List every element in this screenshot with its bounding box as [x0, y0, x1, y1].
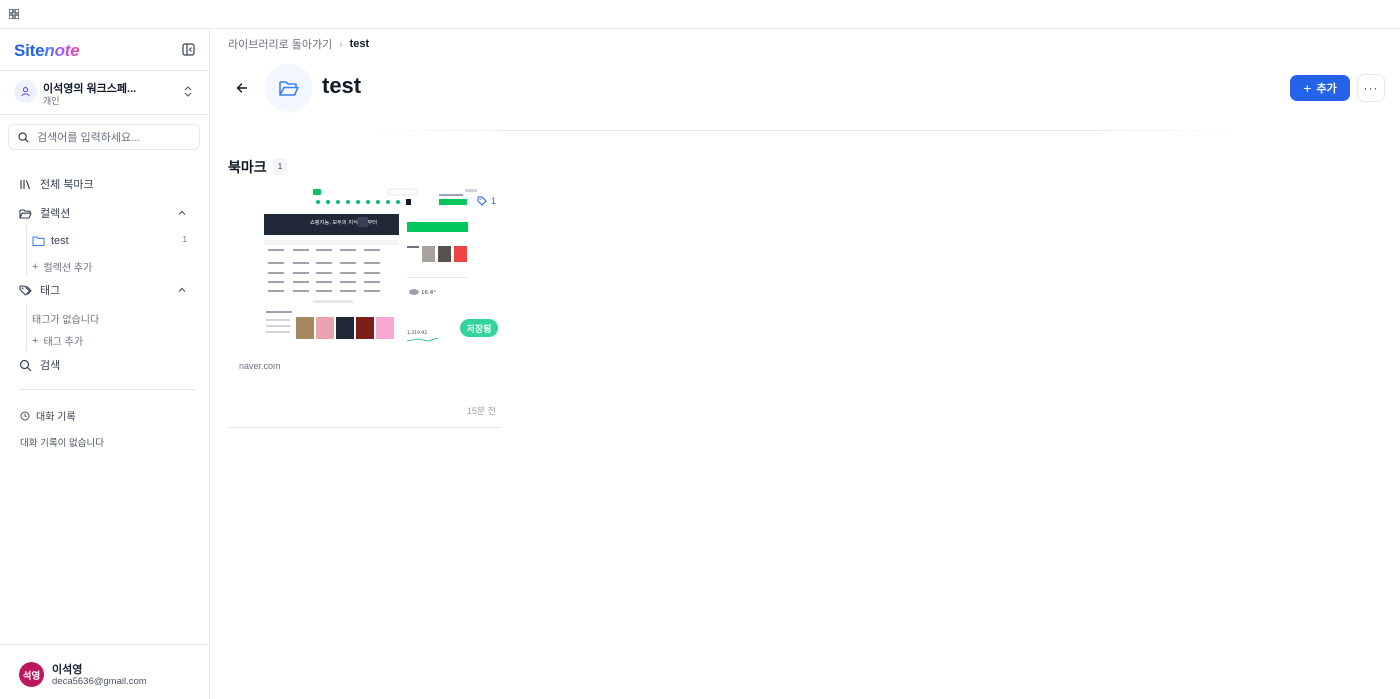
- library-icon: [20, 179, 31, 189]
- no-tags-text: 태그가 없습니다: [32, 311, 99, 326]
- section-title: 북마크: [228, 159, 267, 175]
- workspace-type: 개인: [43, 96, 60, 106]
- header-divider: [360, 130, 1245, 131]
- collection-item-test[interactable]: test 1: [32, 233, 190, 249]
- collection-count: 1: [182, 235, 187, 244]
- user-profile[interactable]: 석영 이석영 deca5636@gmail.com: [0, 644, 209, 699]
- add-button-label: 추가: [1316, 83, 1337, 95]
- folder-open-icon: [278, 80, 299, 96]
- chevron-up-icon[interactable]: [177, 208, 187, 218]
- thumb-weather-text: 16.4°: [421, 290, 436, 296]
- chevron-up-down-icon: [184, 86, 192, 97]
- app-logo[interactable]: Sitenote: [14, 41, 80, 61]
- sidebar-item-label: 전체 북마크: [40, 179, 94, 191]
- sidebar-collapse-icon[interactable]: [182, 43, 195, 56]
- collection-folder-badge: [265, 64, 312, 111]
- search-icon: [19, 359, 32, 371]
- divider: [19, 389, 196, 390]
- sidebar-item-all-bookmarks[interactable]: 전체 북마크: [19, 175, 191, 193]
- folder-icon: [32, 236, 45, 247]
- breadcrumb-back-link[interactable]: 라이브러리로 돌아가기: [228, 36, 332, 52]
- top-bar: [0, 0, 1400, 29]
- breadcrumb-current: test: [349, 38, 370, 50]
- tags-icon: [19, 284, 32, 296]
- avatar: 석영: [19, 662, 44, 687]
- logo-note-text: note: [44, 41, 80, 60]
- add-collection-label: 컬렉션 추가: [43, 263, 93, 274]
- tree-line: [26, 225, 27, 275]
- apps-grid-icon[interactable]: [9, 9, 19, 19]
- sidebar: Sitenote 이석영의 워크스페... 개인 검색어를 입력하세요... 전…: [0, 29, 210, 699]
- back-arrow-icon[interactable]: [234, 80, 250, 96]
- breadcrumb: 라이브러리로 돌아가기 › test: [228, 36, 369, 52]
- folder-open-icon: [19, 208, 32, 219]
- chevron-right-icon: ›: [339, 38, 343, 50]
- bookmark-tag-count[interactable]: 1: [477, 196, 496, 206]
- sidebar-item-label: 컬렉션: [40, 208, 71, 220]
- tree-line: [26, 303, 27, 351]
- sidebar-item-label: 검색: [40, 360, 61, 372]
- plus-icon: +: [32, 260, 39, 273]
- divider: [0, 70, 209, 71]
- search-input[interactable]: [37, 129, 192, 146]
- sidebar-item-tags[interactable]: 태그: [19, 281, 191, 299]
- sidebar-search: [8, 124, 200, 150]
- add-button[interactable]: + 추가: [1290, 75, 1350, 101]
- naver-screenshot-thumbnail: 쇼핑지능, 모두의 지식으로부터 16.4° 1,319.93: [264, 188, 477, 342]
- plus-icon: +: [32, 334, 39, 347]
- user-email: deca5636@gmail.com: [52, 676, 147, 687]
- divider: [0, 114, 209, 115]
- more-options-button[interactable]: ···: [1357, 74, 1385, 102]
- user-name: 이석영: [52, 664, 83, 676]
- add-tag-button[interactable]: + 태그 추가: [32, 333, 84, 349]
- history-empty-text: 대화 기록이 없습니다: [20, 438, 104, 449]
- workspace-switcher[interactable]: 이석영의 워크스페... 개인: [14, 79, 196, 106]
- thumb-stock-text: 1,319.93: [407, 330, 427, 336]
- clock-icon: [20, 411, 30, 420]
- section-count-badge: 1: [273, 158, 287, 174]
- no-tags-label: 태그가 없습니다: [32, 315, 100, 326]
- search-icon: [18, 132, 29, 143]
- history-title: 대화 기록: [36, 412, 76, 423]
- sidebar-item-search[interactable]: 검색: [19, 356, 191, 374]
- chevron-up-icon[interactable]: [177, 285, 187, 295]
- sidebar-item-label: 태그: [40, 285, 61, 297]
- collection-label: test: [51, 235, 69, 247]
- bookmark-domain: naver.com: [239, 361, 281, 371]
- user-icon: [21, 87, 30, 97]
- add-collection-button[interactable]: + 컬렉션 추가: [32, 259, 93, 275]
- tag-icon: [477, 196, 487, 206]
- saved-badge: 저장됨: [460, 319, 498, 337]
- more-icon: ···: [1363, 81, 1379, 95]
- logo-site-text: Site: [14, 41, 45, 60]
- plus-icon: +: [1303, 80, 1312, 96]
- history-header[interactable]: 대화 기록: [20, 408, 76, 423]
- page-title: test: [322, 73, 362, 98]
- add-tag-label: 태그 추가: [43, 337, 84, 348]
- sidebar-item-collections[interactable]: 컬렉션: [19, 204, 191, 222]
- workspace-avatar: [14, 80, 37, 103]
- bookmark-timestamp: 15분 전: [466, 406, 496, 416]
- tag-count-value: 1: [491, 196, 497, 206]
- bookmark-thumbnail[interactable]: 쇼핑지능, 모두의 지식으로부터 16.4° 1,319.93 1 저장됨: [228, 184, 501, 347]
- bookmark-card[interactable]: 쇼핑지능, 모두의 지식으로부터 16.4° 1,319.93 1 저장됨 na…: [228, 184, 501, 428]
